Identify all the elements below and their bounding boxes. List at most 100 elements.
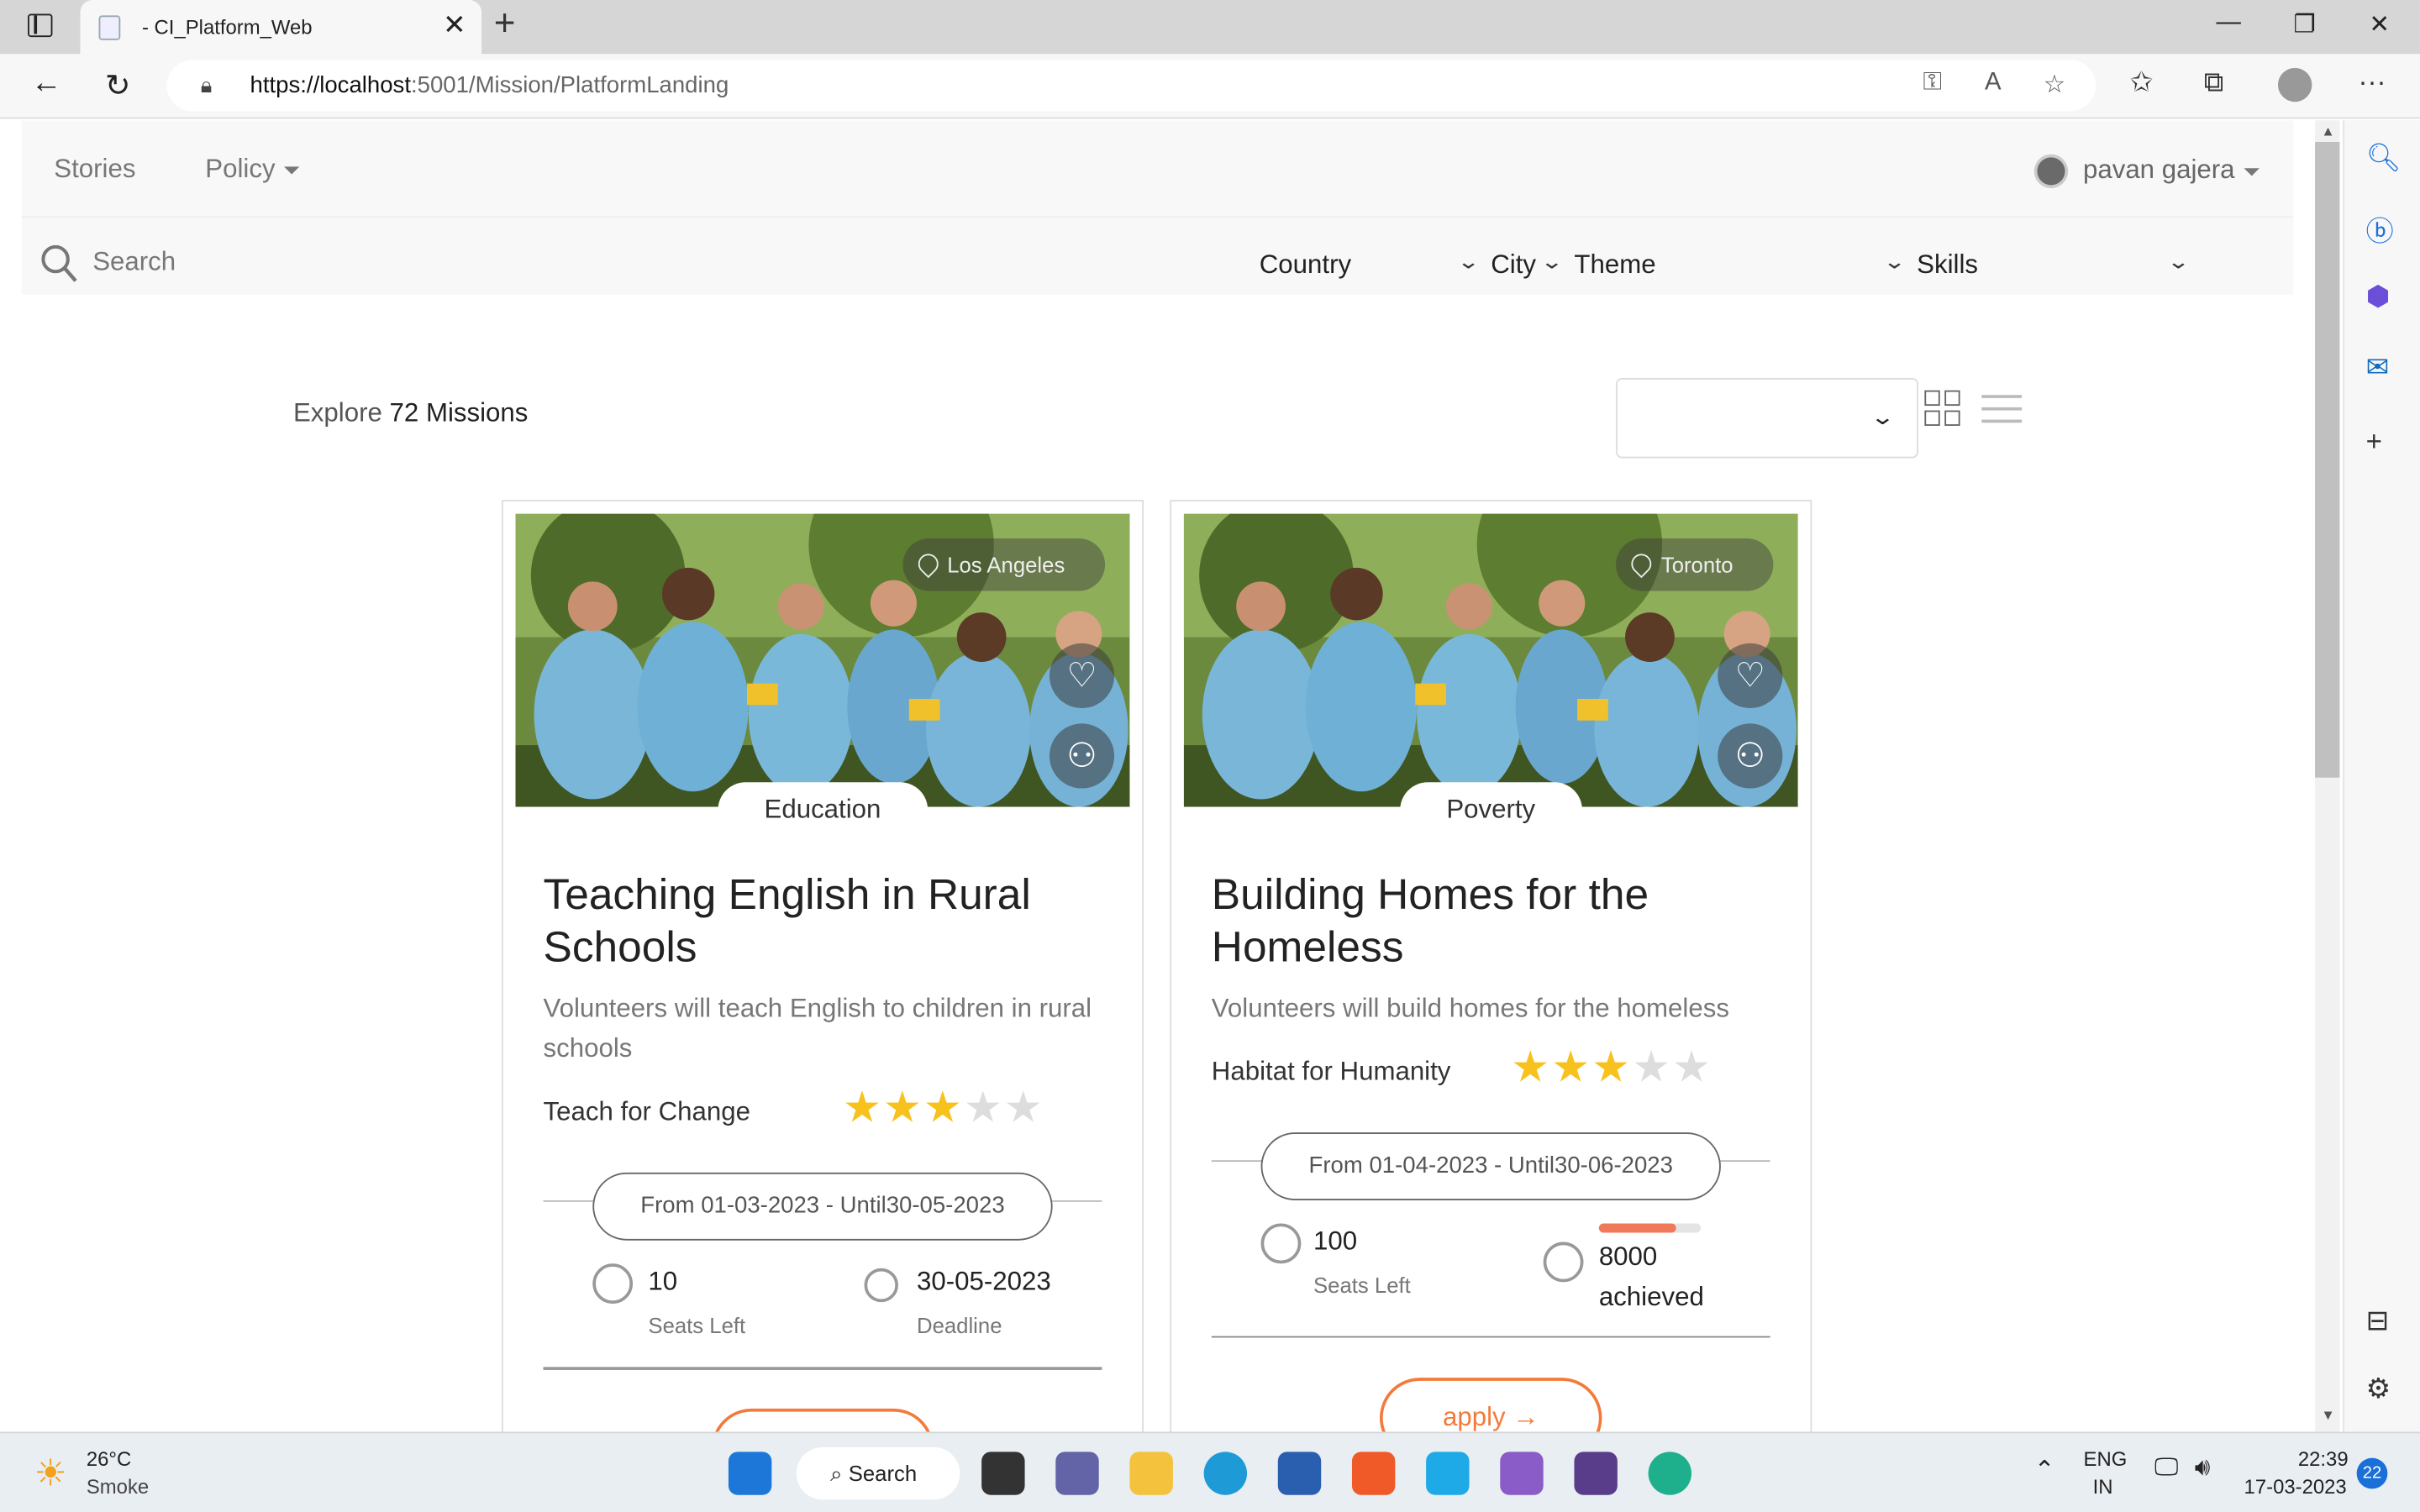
location-pin-icon bbox=[913, 549, 943, 579]
restore-icon[interactable]: ❐ bbox=[2293, 9, 2315, 40]
mission-card[interactable]: Toronto ♡ ⚇ Poverty Building Homes for t… bbox=[1170, 500, 1812, 1432]
favorite-heart-icon[interactable]: ♡ bbox=[1718, 643, 1783, 709]
filter-theme[interactable]: Theme bbox=[1574, 250, 1655, 281]
profile-avatar-icon[interactable] bbox=[2277, 67, 2312, 102]
browser-toolbar: ← ↻ 🔒︎ https://localhost:5001/Mission/Pl… bbox=[0, 54, 2420, 119]
recommend-user-icon[interactable]: ⚇ bbox=[1049, 723, 1115, 789]
add-favorite-icon[interactable]: ☆ bbox=[2044, 70, 2065, 101]
seats-label: Seats Left bbox=[648, 1313, 746, 1338]
read-aloud-icon[interactable]: A bbox=[1985, 70, 2002, 97]
scroll-down-icon[interactable]: ▼ bbox=[2321, 1407, 2334, 1422]
windows-start-icon[interactable] bbox=[728, 1452, 772, 1495]
mission-title[interactable]: Building Homes for the Homeless bbox=[1212, 869, 1783, 974]
favorite-heart-icon[interactable]: ♡ bbox=[1049, 643, 1115, 709]
chevron-down-icon[interactable]: ⌄ bbox=[1457, 250, 1481, 275]
visual-studio-icon[interactable] bbox=[1500, 1452, 1544, 1495]
search-input[interactable]: Search bbox=[92, 247, 176, 278]
windows-taskbar: ☀ 26°C Smoke ⌕ Search ⌃ ENG IN 🖵 🔊︎ 22:3… bbox=[0, 1431, 2420, 1512]
scroll-up-icon[interactable]: ▲ bbox=[2321, 123, 2334, 139]
back-icon[interactable]: ← bbox=[31, 66, 62, 102]
user-menu[interactable]: pavan gajera bbox=[2033, 154, 2260, 189]
filter-country[interactable]: Country bbox=[1260, 250, 1351, 281]
organization-name: Habitat for Humanity bbox=[1211, 1057, 1451, 1087]
add-icon[interactable]: + bbox=[2366, 426, 2382, 459]
brave-icon[interactable] bbox=[1351, 1452, 1396, 1495]
goal-value: 8000 bbox=[1598, 1242, 1658, 1272]
list-view-icon[interactable] bbox=[1981, 392, 2023, 426]
minimize-icon[interactable]: — bbox=[2217, 9, 2241, 37]
star-icon: ★ bbox=[1551, 1042, 1592, 1091]
teams-icon[interactable] bbox=[1055, 1452, 1099, 1495]
network-icon[interactable]: 🖵 bbox=[2154, 1455, 2178, 1483]
edge-icon[interactable] bbox=[1203, 1452, 1248, 1495]
nav-stories[interactable]: Stories bbox=[54, 155, 135, 186]
weather-desc[interactable]: Smoke bbox=[87, 1475, 149, 1499]
mission-card[interactable]: Los Angeles ♡ ⚇ Education Teaching Engli… bbox=[501, 500, 1144, 1432]
task-view-icon[interactable] bbox=[981, 1452, 1025, 1495]
notification-badge[interactable]: 22 bbox=[2356, 1457, 2388, 1489]
address-bar[interactable]: 🔒︎ https://localhost:5001/Mission/Platfo… bbox=[166, 60, 2096, 112]
sidebar-toggle-icon[interactable]: ⊟ bbox=[2366, 1305, 2390, 1338]
page-content: Stories Policy pavan gajera Search Count… bbox=[0, 120, 2316, 1432]
key-icon[interactable]: ⚿ bbox=[1923, 70, 1942, 97]
seats-user-icon bbox=[592, 1263, 634, 1305]
edge-active-icon[interactable] bbox=[1648, 1452, 1692, 1495]
location-badge: Toronto bbox=[1616, 538, 1774, 591]
chevron-down-icon bbox=[284, 166, 300, 175]
explore-count: Explore 72 Missions bbox=[292, 397, 529, 428]
location-badge: Los Angeles bbox=[902, 538, 1106, 591]
sort-select[interactable]: ⌄ bbox=[1616, 377, 1919, 459]
tab-actions-icon[interactable] bbox=[28, 13, 53, 38]
mission-description: Volunteers will build homes for the home… bbox=[1211, 993, 1729, 1023]
close-window-icon[interactable]: ✕ bbox=[2369, 9, 2390, 40]
filter-skills[interactable]: Skills bbox=[1917, 250, 1978, 281]
clock-date[interactable]: 17-03-2023 bbox=[2244, 1475, 2347, 1499]
refresh-icon[interactable]: ↻ bbox=[105, 66, 131, 105]
volume-icon[interactable]: 🔊︎ bbox=[2195, 1455, 2211, 1483]
terminal-icon[interactable] bbox=[1574, 1452, 1618, 1495]
taskbar-search[interactable]: ⌕ Search bbox=[796, 1446, 960, 1500]
favorites-icon[interactable]: ✩ bbox=[2130, 66, 2154, 99]
search-icon: ⌕ bbox=[830, 1461, 849, 1486]
new-tab-icon[interactable]: + bbox=[494, 3, 516, 46]
bing-chat-icon[interactable]: ⓑ bbox=[2366, 210, 2394, 250]
browser-tab[interactable]: - CI_Platform_Web ✕ bbox=[80, 0, 482, 55]
nav-policy[interactable]: Policy bbox=[205, 155, 300, 186]
apply-button[interactable]: apply → bbox=[1380, 1378, 1602, 1432]
store-icon[interactable] bbox=[1277, 1452, 1322, 1495]
settings-gear-icon[interactable]: ⚙ bbox=[2366, 1373, 2391, 1406]
weather-icon[interactable]: ☀ bbox=[34, 1452, 67, 1496]
mission-title[interactable]: Teaching English in Rural Schools bbox=[544, 869, 1115, 974]
close-tab-icon[interactable]: ✕ bbox=[443, 9, 466, 42]
url-text[interactable]: https://localhost:5001/Mission/PlatformL… bbox=[250, 72, 729, 98]
language-secondary[interactable]: IN bbox=[2093, 1475, 2113, 1499]
clock-time[interactable]: 22:39 bbox=[2298, 1447, 2349, 1471]
apply-button[interactable] bbox=[711, 1408, 934, 1432]
office-icon[interactable]: ⬢ bbox=[2366, 281, 2391, 313]
star-icon: ★ bbox=[842, 1083, 883, 1131]
chevron-down-icon[interactable]: ⌄ bbox=[2166, 250, 2190, 275]
filter-city[interactable]: City bbox=[1491, 250, 1536, 281]
search-icon[interactable]: 🔍︎ bbox=[2366, 142, 2402, 175]
theme-tag: Education bbox=[718, 782, 928, 835]
language-primary[interactable]: ENG bbox=[2084, 1447, 2128, 1471]
vertical-scrollbar[interactable]: ▲ ▼ bbox=[2315, 120, 2340, 1432]
chevron-down-icon[interactable]: ⌄ bbox=[1540, 250, 1564, 275]
collections-icon[interactable]: ⧉ bbox=[2204, 66, 2224, 99]
star-icon: ★ bbox=[1003, 1083, 1044, 1131]
scrollbar-thumb[interactable] bbox=[2315, 141, 2340, 778]
star-icon: ★ bbox=[1511, 1042, 1552, 1091]
user-name: pavan gajera bbox=[2082, 155, 2235, 185]
more-options-icon[interactable]: ··· bbox=[2358, 66, 2386, 99]
weather-temp[interactable]: 26°C bbox=[87, 1447, 131, 1471]
date-range: From 01-03-2023 - Until30-05-2023 bbox=[592, 1172, 1053, 1241]
outlook-icon[interactable]: ✉ bbox=[2366, 352, 2390, 385]
file-explorer-icon[interactable] bbox=[1129, 1452, 1173, 1495]
recommend-user-icon[interactable]: ⚇ bbox=[1718, 723, 1783, 789]
lock-icon[interactable]: 🔒︎ bbox=[201, 72, 213, 98]
grid-view-icon[interactable] bbox=[1924, 390, 1961, 428]
chevron-up-icon[interactable]: ⌃ bbox=[2034, 1455, 2055, 1486]
tab-title: - CI_Platform_Web bbox=[141, 15, 313, 39]
chevron-down-icon[interactable]: ⌄ bbox=[1882, 250, 1906, 275]
skype-icon[interactable] bbox=[1426, 1452, 1470, 1495]
